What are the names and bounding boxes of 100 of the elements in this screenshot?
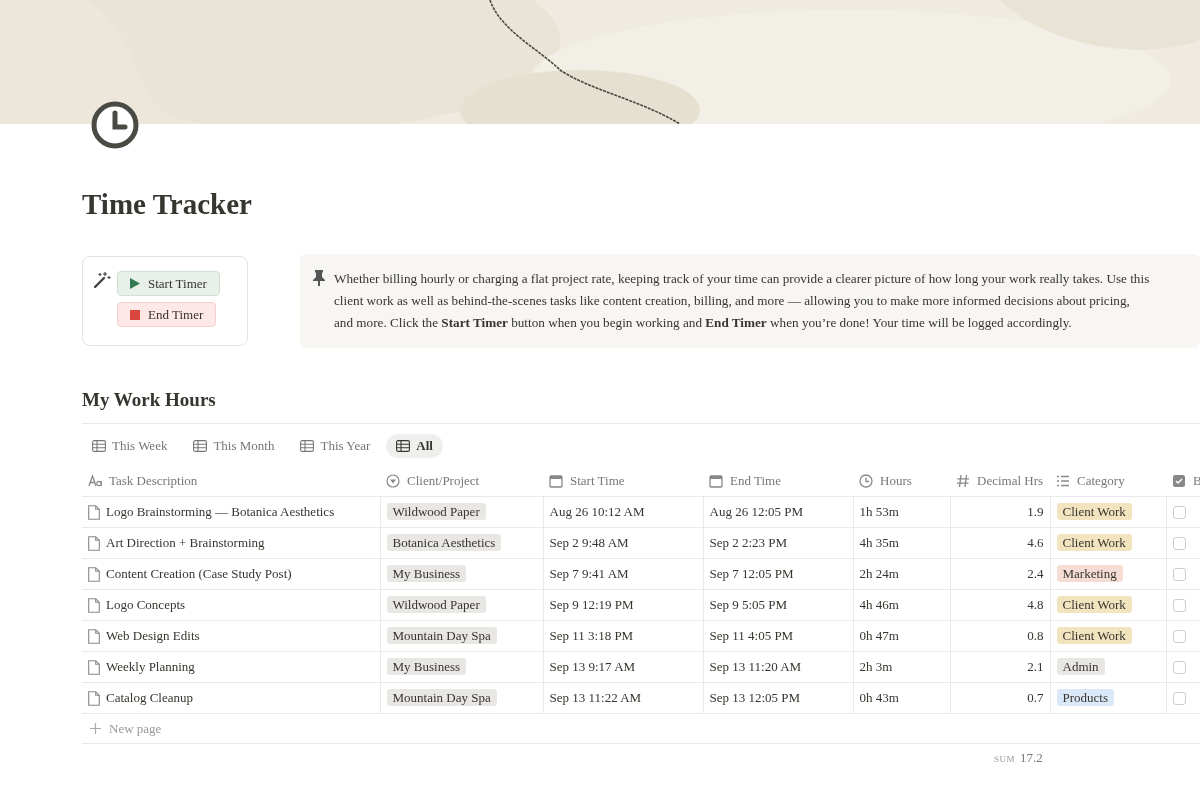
clock-icon — [859, 474, 873, 488]
task-title[interactable]: Logo Brainstorming — Botanica Aesthetics — [106, 504, 335, 520]
duration-cell: 2h 3m — [853, 651, 950, 683]
checkbox[interactable] — [1172, 660, 1186, 674]
page-title: Time Tracker — [82, 188, 253, 222]
decimal-hours-cell: 0.7 — [950, 682, 1050, 714]
category-tag: Marketing — [1056, 565, 1123, 582]
checkbox[interactable] — [1172, 691, 1186, 705]
client-tag: Wildwood Paper — [386, 503, 486, 520]
sum-label: SUM — [994, 754, 1015, 764]
category-tag: Admin — [1056, 658, 1105, 675]
duration-cell: 0h 43m — [853, 682, 950, 714]
decimal-hours-cell: 4.6 — [950, 527, 1050, 559]
decimal-hours-cell: 4.8 — [950, 589, 1050, 621]
checkbox[interactable] — [1172, 567, 1186, 581]
checkbox[interactable] — [1172, 598, 1186, 612]
category-tag: Client Work — [1056, 627, 1132, 644]
page-icon — [88, 659, 100, 675]
client-tag: Wildwood Paper — [386, 596, 486, 613]
task-title[interactable]: Web Design Edits — [106, 628, 200, 644]
clock-icon — [90, 100, 140, 150]
page-icon — [88, 628, 100, 644]
end-time-cell: Sep 7 12:05 PM — [703, 558, 853, 590]
end-time-cell: Sep 9 5:05 PM — [703, 589, 853, 621]
magic-wand-icon — [93, 271, 111, 289]
play-icon — [130, 278, 140, 289]
end-time-cell: Sep 13 12:05 PM — [703, 682, 853, 714]
checkbox[interactable] — [1172, 536, 1186, 550]
end-time-cell: Sep 11 4:05 PM — [703, 620, 853, 652]
callout-text: Whether billing hourly or charging a flat project rate, keeping track of your time can provide a clearer picture of how long your work really takes. Use this — [334, 270, 1150, 288]
decimal-hours-cell: 0.8 — [950, 620, 1050, 652]
column-header: Start Time — [570, 473, 625, 489]
timer-button[interactable]: End Timer — [117, 302, 217, 327]
hash-icon — [956, 474, 970, 488]
start-time-cell: Sep 11 3:18 PM — [543, 620, 703, 652]
view-tab[interactable]: This Month — [183, 434, 285, 458]
page-icon — [88, 597, 100, 613]
calendar-icon — [549, 474, 563, 488]
client-tag: My Business — [386, 658, 467, 675]
column-header: Hours — [880, 473, 912, 489]
column-header: Decimal Hrs — [977, 473, 1044, 489]
start-time-cell: Sep 2 9:48 AM — [543, 527, 703, 559]
callout-text: client work as well as behind-the-scenes tasks like content creation, billing, and more — allowing you to make more informed decisions about pricing, — [334, 292, 1131, 310]
column-header: Task Description — [109, 473, 198, 489]
table-icon — [396, 440, 411, 452]
text-property-icon — [88, 474, 102, 488]
timer-button[interactable]: Start Timer — [117, 271, 220, 296]
stop-icon — [130, 309, 140, 320]
start-time-cell: Aug 26 10:12 AM — [543, 496, 703, 528]
column-header: Category — [1077, 473, 1125, 489]
database-title: My Work Hours — [82, 389, 217, 412]
task-title[interactable]: Content Creation (Case Study Post) — [106, 566, 292, 582]
callout-text: and more. Click the Start Timer button when you begin working and End Timer when you’re done! Your time will be logged accordingly. — [334, 314, 1073, 332]
end-time-cell: Sep 13 11:20 AM — [703, 651, 853, 683]
start-time-cell: Sep 13 11:22 AM — [543, 682, 703, 714]
view-tab[interactable]: All — [386, 434, 443, 458]
end-time-cell: Aug 26 12:05 PM — [703, 496, 853, 528]
end-time-cell: Sep 2 2:23 PM — [703, 527, 853, 559]
calendar-icon — [709, 474, 723, 488]
duration-cell: 0h 47m — [853, 620, 950, 652]
decimal-hours-cell: 2.1 — [950, 651, 1050, 683]
category-tag: Products — [1056, 689, 1114, 706]
decimal-hours-cell: 1.9 — [950, 496, 1050, 528]
table-icon — [300, 440, 315, 452]
client-tag: My Business — [386, 565, 467, 582]
pin-icon — [312, 270, 326, 286]
task-title[interactable]: Art Direction + Brainstorming — [106, 535, 265, 551]
page-icon — [88, 690, 100, 706]
decimal-hours-cell: 2.4 — [950, 558, 1050, 590]
start-time-cell: Sep 9 12:19 PM — [543, 589, 703, 621]
page-icon — [88, 535, 100, 551]
column-header: Client/Project — [407, 473, 480, 489]
task-title[interactable]: Weekly Planning — [106, 659, 195, 675]
sum-value: 17.2 — [1020, 750, 1043, 766]
category-tag: Client Work — [1056, 534, 1132, 551]
column-header: End Time — [730, 473, 781, 489]
client-tag: Botanica Aesthetics — [386, 534, 502, 551]
table-icon — [92, 440, 106, 452]
view-tab[interactable]: This Week — [82, 434, 178, 458]
page-icon — [88, 504, 100, 520]
checkbox[interactable] — [1172, 629, 1186, 643]
client-tag: Mountain Day Spa — [386, 689, 497, 706]
select-property-icon — [386, 474, 400, 488]
category-tag: Client Work — [1056, 503, 1132, 520]
duration-cell: 4h 35m — [853, 527, 950, 559]
category-tag: Client Work — [1056, 596, 1132, 613]
view-tab[interactable]: This Year — [290, 434, 381, 458]
start-time-cell: Sep 7 9:41 AM — [543, 558, 703, 590]
checkbox-property-icon — [1172, 474, 1186, 488]
duration-cell: 2h 24m — [853, 558, 950, 590]
table-icon — [193, 440, 208, 452]
client-tag: Mountain Day Spa — [386, 627, 497, 644]
duration-cell: 4h 46m — [853, 589, 950, 621]
checkbox[interactable] — [1172, 505, 1186, 519]
start-time-cell: Sep 13 9:17 AM — [543, 651, 703, 683]
task-title[interactable]: Logo Concepts — [106, 597, 186, 613]
duration-cell: 1h 53m — [853, 496, 950, 528]
plus-icon — [90, 723, 101, 734]
task-title[interactable]: Catalog Cleanup — [106, 690, 193, 706]
page-icon — [88, 566, 100, 582]
